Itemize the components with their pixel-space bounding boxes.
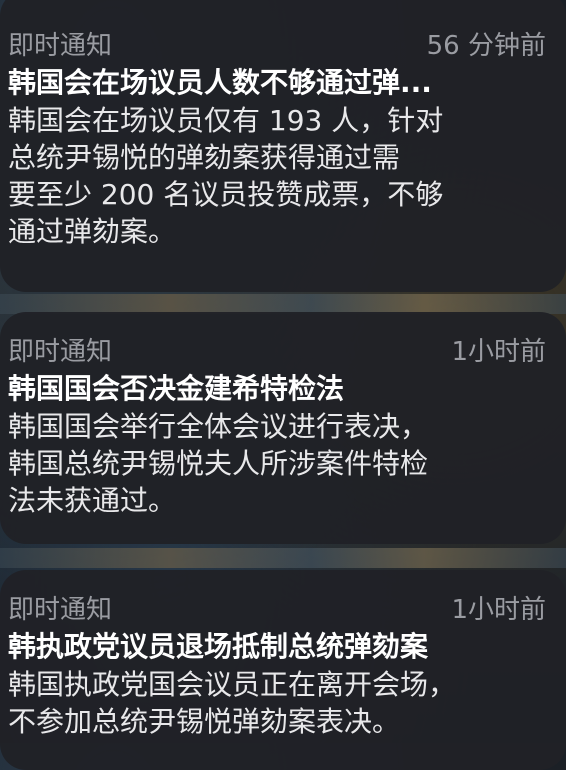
- notification-time: 1小时前: [451, 595, 546, 625]
- notification-card[interactable]: 即时通知 1小时前 韩国国会否决金建希特检法 韩国国会举行全体会议进行表决， 韩…: [0, 312, 566, 544]
- notification-time: 1小时前: [451, 337, 546, 367]
- notification-time: 56 分钟前: [426, 31, 546, 61]
- wallpaper-strip: [0, 294, 566, 314]
- notification-card[interactable]: 即时通知 56 分钟前 韩国会在场议员人数不够通过弹... 韩国会在场议员仅有 …: [0, 0, 566, 292]
- notification-app-name: 即时通知: [8, 337, 113, 367]
- wallpaper-strip: [0, 548, 566, 568]
- notification-card[interactable]: 即时通知 1小时前 韩执政党议员退场抵制总统弹劾案 韩国执政党国会议员正在离开会…: [0, 570, 566, 770]
- notification-title: 韩执政党议员退场抵制总统弹劾案: [8, 630, 429, 663]
- notification-title: 韩国会在场议员人数不够通过弹...: [8, 66, 432, 99]
- notification-app-name: 即时通知: [8, 31, 113, 61]
- notification-body: 韩国会在场议员仅有 193 人，针对 总统尹锡悦的弹劾案获得通过需 要至少 20…: [8, 104, 444, 248]
- notification-body: 韩国执政党国会议员正在离开会场， 不参加总统尹锡悦弹劾案表决。: [8, 668, 457, 738]
- notification-body: 韩国国会举行全体会议进行表决， 韩国总统尹锡悦夫人所涉案件特检 法未获通过。: [8, 410, 429, 517]
- notification-title: 韩国国会否决金建希特检法: [8, 372, 345, 405]
- notification-app-name: 即时通知: [8, 595, 113, 625]
